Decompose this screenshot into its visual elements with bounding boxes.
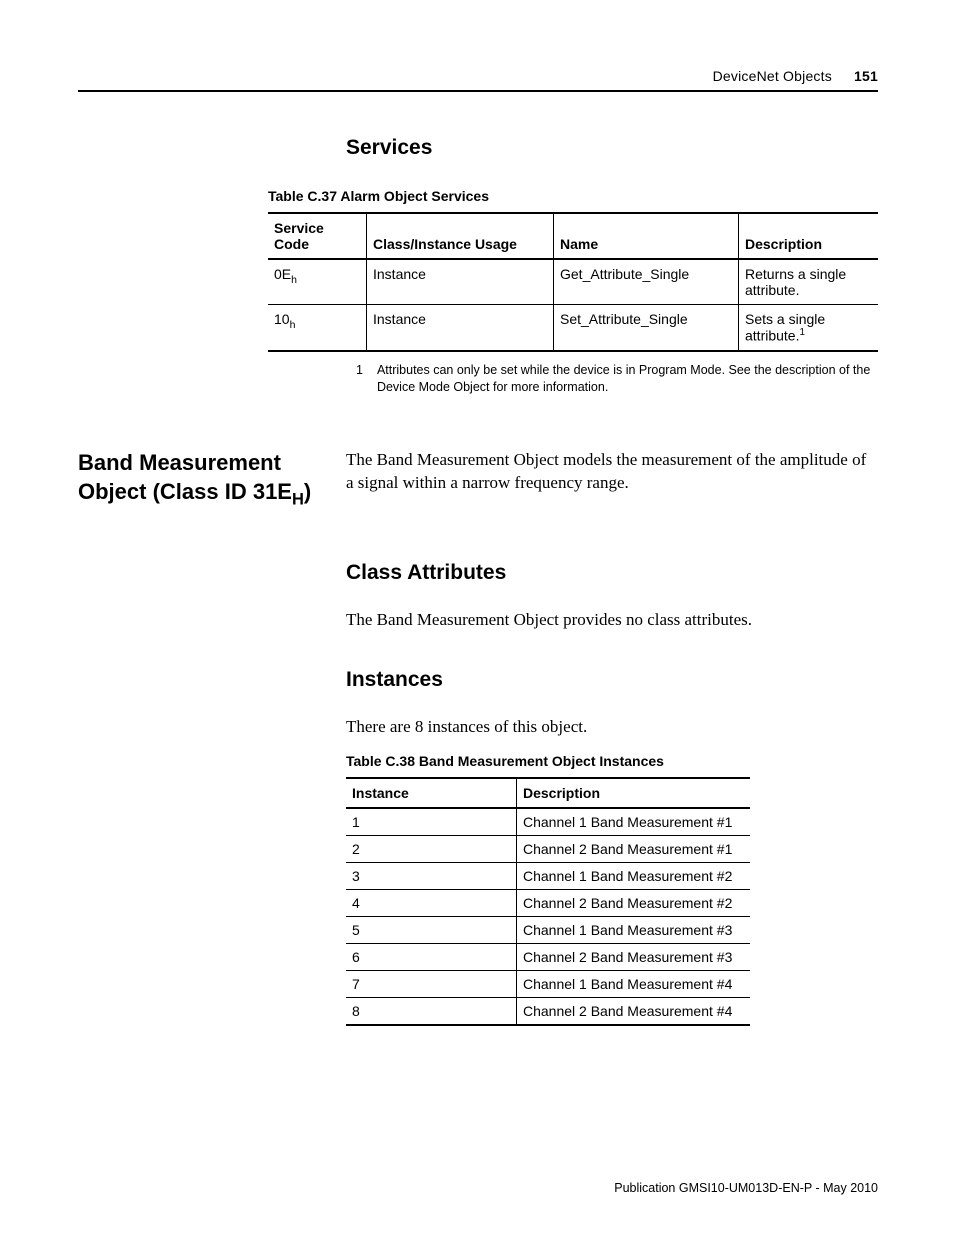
instances-text: There are 8 instances of this object. <box>346 716 878 739</box>
band-object-heading: Band Measurement Object (Class ID 31EH) <box>78 449 322 510</box>
table-37-footnote: 1 Attributes can only be set while the d… <box>356 362 878 396</box>
footnote-text: Attributes can only be set while the dev… <box>377 362 878 396</box>
table-38-caption: Table C.38 Band Measurement Object Insta… <box>346 753 878 769</box>
alarm-object-services-table: ServiceCode Class/Instance Usage Name De… <box>268 212 878 352</box>
table-row: 7Channel 1 Band Measurement #4 <box>346 970 750 997</box>
footnote-number: 1 <box>356 362 363 396</box>
band-instances-table: Instance Description 1Channel 1 Band Mea… <box>346 777 750 1026</box>
band-intro-text: The Band Measurement Object models the m… <box>346 449 878 495</box>
col-service-code: ServiceCode <box>268 213 367 259</box>
header-page-number: 151 <box>854 68 878 84</box>
running-header: DeviceNet Objects 151 <box>78 68 878 92</box>
class-attributes-heading: Class Attributes <box>346 561 878 585</box>
class-attributes-text: The Band Measurement Object provides no … <box>346 609 878 632</box>
col-instance: Instance <box>346 778 517 808</box>
publication-footer: Publication GMSI10-UM013D-EN-P - May 201… <box>614 1181 878 1195</box>
table-row: 4Channel 2 Band Measurement #2 <box>346 889 750 916</box>
col-usage: Class/Instance Usage <box>367 213 554 259</box>
col-instance-description: Description <box>517 778 751 808</box>
table-row: 10h Instance Set_Attribute_Single Sets a… <box>268 305 878 351</box>
table-37-caption: Table C.37 Alarm Object Services <box>268 188 878 204</box>
table-row: 3Channel 1 Band Measurement #2 <box>346 862 750 889</box>
table-row: 0Eh Instance Get_Attribute_Single Return… <box>268 259 878 305</box>
table-row: 5Channel 1 Band Measurement #3 <box>346 916 750 943</box>
table-row: 8Channel 2 Band Measurement #4 <box>346 997 750 1025</box>
header-section: DeviceNet Objects <box>713 68 832 84</box>
services-heading: Services <box>346 136 878 160</box>
table-row: 6Channel 2 Band Measurement #3 <box>346 943 750 970</box>
instances-heading: Instances <box>346 668 878 692</box>
table-row: 1Channel 1 Band Measurement #1 <box>346 808 750 836</box>
table-row: 2Channel 2 Band Measurement #1 <box>346 835 750 862</box>
col-name: Name <box>554 213 739 259</box>
col-description: Description <box>739 213 879 259</box>
